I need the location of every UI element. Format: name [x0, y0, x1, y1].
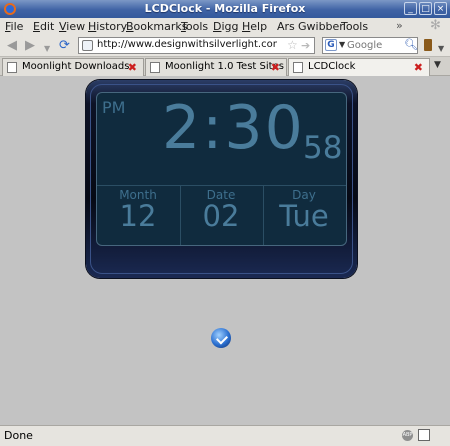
reload-icon[interactable]: ⟳: [59, 39, 70, 53]
menu-edit-mnemonic: E: [33, 20, 40, 33]
page-favicon-icon: [293, 62, 303, 73]
silverlight-logo-icon: [211, 328, 231, 348]
status-bar: Done ABP: [0, 425, 450, 446]
month-value: 12: [119, 199, 157, 233]
menu-overflow-button[interactable]: »: [396, 19, 403, 32]
close-tab-icon[interactable]: ✖: [128, 61, 137, 74]
window-title: LCDClock - Mozilla Firefox: [144, 2, 306, 15]
adblock-icon[interactable]: ABP: [402, 430, 413, 441]
menu-history[interactable]: History: [88, 20, 127, 33]
menu-file[interactable]: File: [5, 20, 23, 33]
search-box[interactable]: G ▼ 🔍︎: [322, 37, 418, 54]
seconds-display: 58: [303, 130, 343, 166]
search-engine-icon[interactable]: G: [325, 39, 337, 51]
close-tab-icon[interactable]: ✖: [271, 61, 280, 74]
forward-arrow-icon[interactable]: ▶: [25, 39, 35, 53]
menu-file-label: ile: [10, 20, 24, 33]
tab-label: Moonlight 1.0 Test Sites: [165, 61, 284, 72]
menu-digg-label: igg: [221, 20, 239, 33]
site-identity-icon[interactable]: [82, 40, 93, 51]
menu-help-label: elp: [250, 20, 268, 33]
menu-tools[interactable]: Tools: [181, 20, 208, 33]
menu-history-label: istory: [96, 20, 128, 33]
editor-icon[interactable]: [418, 429, 430, 441]
page-favicon-icon: [7, 62, 17, 73]
menu-bookmarks[interactable]: Bookmarks: [126, 20, 187, 33]
tab-moonlight-test-sites[interactable]: Moonlight 1.0 Test Sites ✖: [145, 58, 287, 76]
tab-lcdclock[interactable]: LCDClock ✖: [288, 58, 430, 76]
tab-label: LCDClock: [308, 61, 356, 72]
toolbar-overflow-icon[interactable]: ▼: [438, 42, 444, 56]
window-titlebar: LCDClock - Mozilla Firefox _ □ ×: [0, 0, 450, 19]
date-value: 02: [202, 199, 240, 233]
menu-bookmarks-label: ookmarks: [133, 20, 188, 33]
menu-ars[interactable]: Ars: [277, 20, 295, 33]
bookmark-star-icon[interactable]: ☆: [287, 38, 298, 52]
menu-bar: File Edit View History Bookmarks Tools D…: [0, 18, 450, 36]
time-display: 2:30: [162, 93, 305, 163]
ampm-indicator: PM: [102, 98, 126, 117]
menu-tools-2[interactable]: Tools: [341, 20, 368, 33]
lcd-divider: [97, 185, 346, 186]
tab-bar: Moonlight Downloads ✖ Moonlight 1.0 Test…: [0, 56, 450, 76]
maximize-button[interactable]: □: [419, 2, 432, 15]
day-value: Tue: [279, 199, 329, 233]
close-tab-icon[interactable]: ✖: [414, 61, 423, 74]
menu-digg[interactable]: Digg: [213, 20, 239, 33]
menu-ars-label: Ars: [277, 20, 295, 33]
menu-gwibber[interactable]: Gwibber: [298, 20, 344, 33]
status-text: Done: [4, 429, 33, 442]
activity-throbber-icon: ✻: [430, 18, 441, 33]
bookmarks-toolbar-icon[interactable]: [424, 39, 432, 51]
menu-bookmarks-mnemonic: B: [126, 20, 134, 33]
tab-list-dropdown-icon[interactable]: ▼: [434, 60, 441, 70]
page-favicon-icon: [150, 62, 160, 73]
search-input[interactable]: [347, 39, 403, 52]
history-dropdown-icon[interactable]: ▼: [44, 42, 50, 56]
menu-edit[interactable]: Edit: [33, 20, 54, 33]
tab-label: Moonlight Downloads: [22, 61, 130, 72]
address-bar[interactable]: http://www.designwithsilverlight.com/tut…: [78, 37, 315, 54]
lcd-display: PM 2:30 58 Month 12 Date 02 Day Tue: [96, 92, 347, 246]
menu-tools-2-label: Tools: [341, 20, 369, 33]
close-window-button[interactable]: ×: [434, 2, 447, 15]
menu-gwibber-label: Gwibber: [298, 20, 344, 33]
tab-moonlight-downloads[interactable]: Moonlight Downloads ✖: [2, 58, 144, 76]
search-magnifier-icon[interactable]: 🔍︎: [404, 38, 418, 51]
menu-edit-label: dit: [39, 20, 55, 33]
menu-view-label: iew: [66, 20, 86, 33]
menu-help[interactable]: Help: [242, 20, 267, 33]
minimize-button[interactable]: _: [404, 2, 417, 15]
url-text[interactable]: http://www.designwithsilverlight.com/tut: [97, 39, 277, 50]
menu-view[interactable]: View: [59, 20, 85, 33]
search-engine-dropdown-icon[interactable]: ▼: [339, 40, 345, 49]
menu-tools-label: ools: [185, 20, 209, 33]
navigation-toolbar: ◀ ▶ ▼ ⟳ http://www.designwithsilverlight…: [0, 36, 450, 56]
go-arrow-icon[interactable]: ➔: [301, 39, 310, 52]
back-arrow-icon[interactable]: ◀: [7, 39, 17, 53]
